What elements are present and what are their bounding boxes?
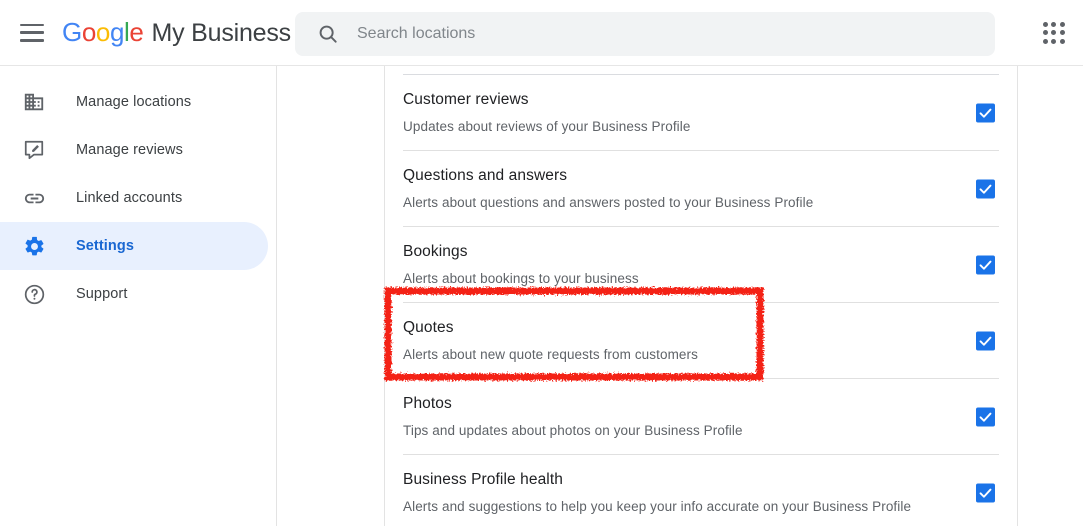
brand-logo[interactable]: Google My Business — [62, 17, 291, 48]
logo-letter-e: e — [129, 17, 144, 47]
setting-description: Tips and updates about photos on your Bu… — [403, 423, 743, 438]
logo-letter-o1: o — [81, 17, 96, 47]
building-icon — [22, 90, 46, 114]
search-input[interactable] — [357, 25, 981, 43]
sidebar-item-manage-reviews[interactable]: Manage reviews — [0, 126, 268, 174]
sidebar-item-label: Manage locations — [76, 94, 192, 110]
setting-title: Photos — [403, 395, 452, 412]
sidebar-item-manage-locations[interactable]: Manage locations — [0, 78, 268, 126]
help-circle-icon — [22, 282, 46, 306]
sidebar-item-settings[interactable]: Settings — [0, 222, 268, 270]
sidebar-item-support[interactable]: Support — [0, 270, 268, 318]
setting-checkbox[interactable] — [976, 255, 995, 274]
setting-title: Bookings — [403, 243, 468, 260]
sidebar-item-label: Manage reviews — [76, 142, 183, 158]
sidebar-item-linked-accounts[interactable]: Linked accounts — [0, 174, 268, 222]
hamburger-menu-icon[interactable] — [20, 23, 44, 42]
table-row[interactable]: Customer reviews Updates about reviews o… — [403, 75, 999, 151]
setting-checkbox[interactable] — [976, 103, 995, 122]
table-row[interactable]: Photos Tips and updates about photos on … — [403, 379, 999, 455]
setting-description: Updates about reviews of your Business P… — [403, 119, 691, 134]
logo-letter-o2: o — [95, 17, 110, 47]
apps-grid-icon[interactable] — [1039, 18, 1069, 48]
gear-icon — [22, 234, 46, 258]
setting-title: Customer reviews — [403, 91, 529, 108]
sidebar-item-label: Support — [76, 286, 128, 302]
setting-checkbox[interactable] — [976, 179, 995, 198]
setting-checkbox[interactable] — [976, 331, 995, 350]
sidebar-item-label: Settings — [76, 238, 134, 254]
notification-settings-panel: Customer reviews Updates about reviews o… — [384, 66, 1018, 526]
setting-checkbox[interactable] — [976, 483, 995, 502]
logo-letter-g2: g — [109, 17, 125, 47]
logo-letter-g1: G — [62, 17, 82, 47]
product-name: My Business — [151, 19, 291, 47]
setting-title: Business Profile health — [403, 471, 563, 488]
table-row[interactable]: Bookings Alerts about bookings to your b… — [403, 227, 999, 303]
setting-description: Alerts about bookings to your business — [403, 271, 639, 286]
sidebar-item-label: Linked accounts — [76, 190, 183, 206]
setting-title: Questions and answers — [403, 167, 568, 184]
table-row[interactable]: Business Profile health Alerts and sugge… — [403, 455, 999, 526]
table-row-quotes[interactable]: Quotes Alerts about new quote requests f… — [403, 303, 999, 379]
setting-description: Alerts and suggestions to help you keep … — [403, 499, 912, 514]
rate-review-icon — [22, 138, 46, 162]
setting-description: Alerts about questions and answers poste… — [403, 195, 814, 210]
google-wordmark: Google — [62, 17, 144, 48]
app-root: Google My Business Manage l — [0, 0, 1083, 526]
sidebar-nav: Manage locations Manage reviews Linked a… — [0, 66, 277, 526]
setting-checkbox[interactable] — [976, 407, 995, 426]
search-bar[interactable] — [295, 12, 995, 56]
app-header: Google My Business — [0, 0, 1083, 66]
link-icon — [22, 186, 46, 210]
table-row[interactable]: Questions and answers Alerts about quest… — [403, 151, 999, 227]
setting-description: Alerts about new quote requests from cus… — [403, 347, 698, 362]
search-icon — [317, 23, 339, 45]
setting-title: Quotes — [403, 319, 454, 336]
